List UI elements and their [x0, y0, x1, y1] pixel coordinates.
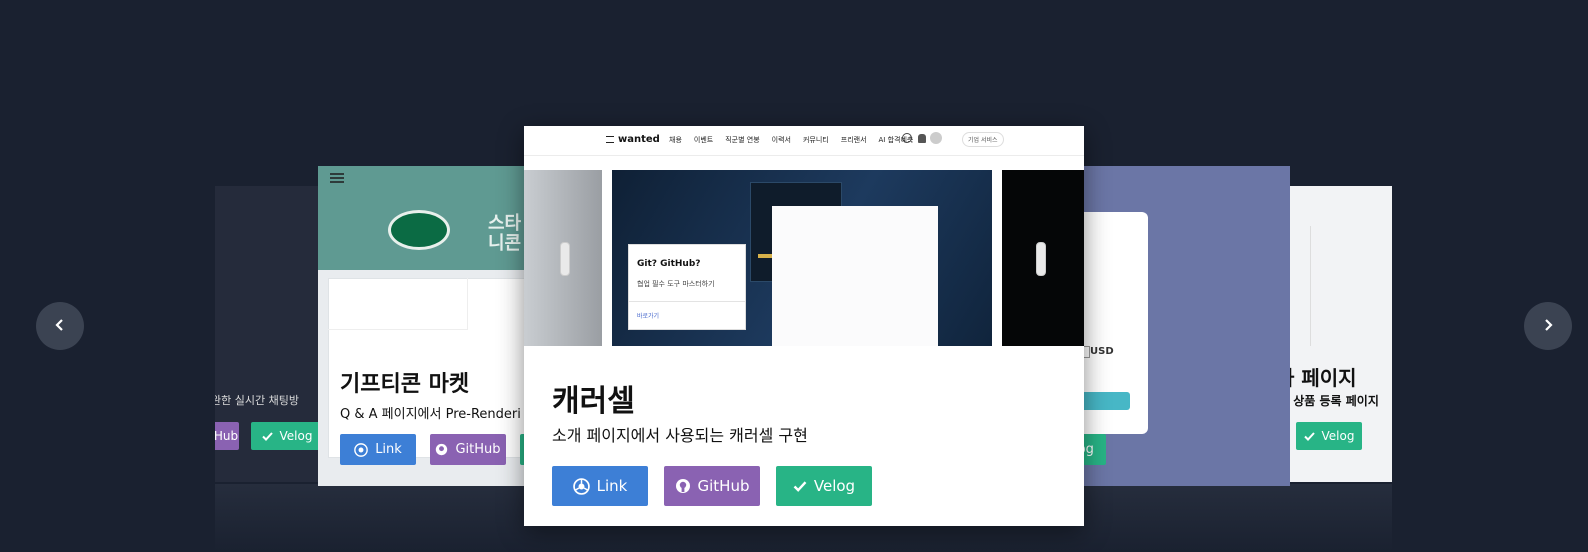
project-card-mid-right[interactable]: USD elog — [1060, 166, 1290, 486]
slide-card-title: Git? GitHub? — [637, 259, 701, 269]
velog-label: Velog — [813, 477, 856, 495]
screenshot-header-text: 스타 니콘 — [488, 213, 522, 254]
screenshot-navbar: wanted 채용 이벤트 직군별 연봉 이력서 커뮤니티 프리랜서 AI 합격… — [524, 126, 1084, 156]
check-icon — [1303, 431, 1315, 441]
nav-item: 이력서 — [771, 136, 791, 144]
card-subtitle: 소개 페이지에서 사용되는 캐러셀 구현 — [552, 426, 808, 445]
slide-prev-arrow-icon — [560, 242, 570, 276]
card-subtitle: Q & A 페이지에서 Pre-Renderi — [340, 407, 521, 422]
chevron-left-icon — [54, 317, 66, 336]
check-icon — [793, 480, 807, 492]
brand-logo: wanted — [618, 134, 660, 145]
github-page-image — [772, 206, 938, 346]
card-screenshot — [1310, 226, 1388, 346]
card-title: 기프티콘 마켓 — [340, 372, 470, 397]
project-card-gifticon[interactable]: 스타 니콘 기프티콘 마켓 Q & A 페이지에서 Pre-Renderi Li… — [318, 166, 550, 486]
card-subtitle: 완한 실시간 채팅방 — [215, 394, 299, 407]
project-card-far-left[interactable]: 완한 실시간 채팅방 Hub Velog — [215, 186, 325, 482]
bell-icon — [918, 134, 926, 143]
corp-service-link: 기업 서비스 — [962, 132, 1004, 147]
github-icon — [435, 443, 448, 456]
screenshot-nav-items: 채용 이벤트 직군별 연봉 이력서 커뮤니티 프리랜서 AI 합격예측 — [669, 135, 913, 145]
search-icon — [902, 133, 912, 143]
carousel-prev-button[interactable] — [36, 302, 84, 350]
chrome-icon — [572, 477, 590, 495]
chevron-right-icon — [1542, 317, 1554, 336]
slide-next-arrow-icon — [1036, 242, 1046, 276]
menu-icon — [606, 136, 614, 143]
screenshot-carousel: Git? GitHub? 협업 필수 도구 마스터하기 바로가기 — [524, 170, 1084, 348]
nav-item: 이벤트 — [693, 136, 714, 144]
nav-item: 커뮤니티 — [802, 136, 829, 144]
velog-label: Velog — [1321, 429, 1355, 443]
screenshot-grid-cell — [328, 278, 468, 330]
starbucks-logo — [388, 210, 450, 250]
github-label: GitHub — [697, 477, 750, 495]
slide-text-card: Git? GitHub? 협업 필수 도구 마스터하기 바로가기 — [628, 244, 746, 330]
github-label: GitHub — [455, 442, 501, 457]
slide-current: Git? GitHub? 협업 필수 도구 마스터하기 바로가기 — [612, 170, 992, 346]
slide-card-link: 바로가기 — [637, 313, 660, 320]
link-button[interactable]: Link — [552, 466, 648, 506]
card-title: 캐러셀 — [552, 384, 635, 419]
github-button[interactable]: Hub — [215, 422, 239, 450]
link-label: Link — [596, 477, 628, 495]
carousel-stage: 완한 실시간 채팅방 Hub Velog 자 페이지 서 상품 등록 페이지 b… — [0, 0, 1588, 552]
nav-item: 채용 — [669, 136, 682, 144]
nav-item: 프리랜서 — [840, 136, 867, 144]
github-label: Hub — [215, 429, 239, 443]
link-button[interactable]: Link — [340, 434, 416, 465]
velog-button[interactable]: Velog — [1296, 422, 1362, 450]
project-card-carousel[interactable]: wanted 채용 이벤트 직군별 연봉 이력서 커뮤니티 프리랜서 AI 합격… — [524, 126, 1084, 526]
velog-label: Velog — [279, 429, 313, 443]
chrome-icon — [354, 442, 369, 457]
slide-card-subtitle: 협업 필수 도구 마스터하기 — [637, 280, 715, 288]
hamburger-icon — [330, 173, 344, 183]
carousel-next-button[interactable] — [1524, 302, 1572, 350]
currency-label: USD — [1090, 346, 1114, 357]
velog-button[interactable]: Velog — [776, 466, 872, 506]
link-label: Link — [375, 442, 402, 457]
github-button[interactable]: GitHub — [664, 466, 760, 506]
velog-button[interactable]: Velog — [251, 422, 323, 450]
avatar — [930, 132, 942, 144]
github-icon — [675, 478, 691, 494]
check-icon — [261, 431, 273, 441]
card-subtitle: 서 상품 등록 페이지 — [1278, 394, 1379, 408]
nav-item: 직군별 연봉 — [725, 136, 760, 144]
github-button[interactable]: GitHub — [430, 434, 506, 465]
